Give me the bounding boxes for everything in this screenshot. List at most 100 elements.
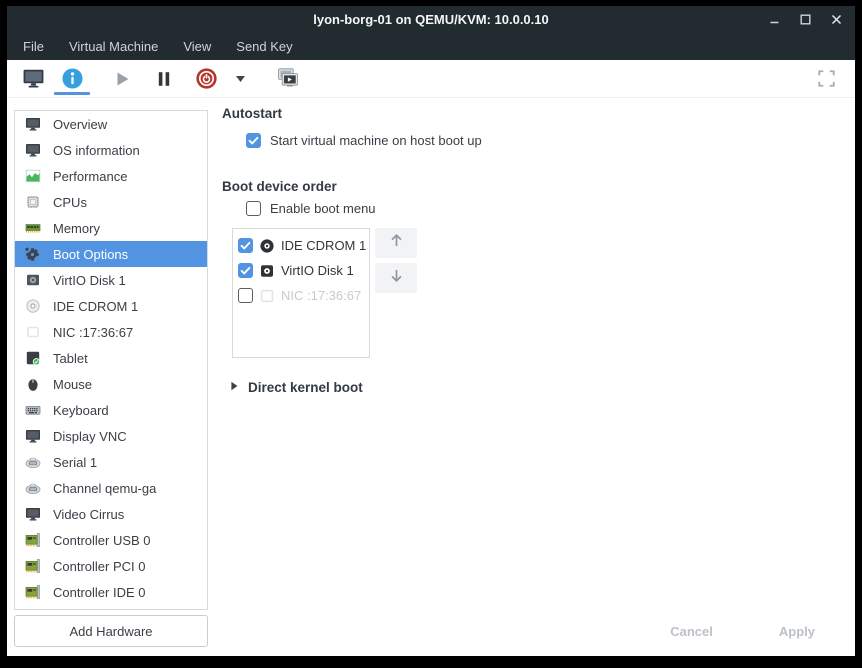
sidebar-item-label: Memory	[53, 221, 100, 236]
performance-icon	[24, 168, 41, 185]
serial-icon	[24, 454, 41, 471]
pci-card-icon	[24, 610, 41, 611]
move-down-button[interactable]	[375, 263, 417, 293]
sidebar-item-serial-1[interactable]: Serial 1	[15, 449, 207, 475]
autostart-checkbox[interactable]	[246, 133, 261, 148]
sidebar-item-label: Performance	[53, 169, 127, 184]
shutdown-button[interactable]	[185, 60, 227, 97]
fullscreen-icon	[818, 70, 835, 87]
sidebar-item-label: Overview	[53, 117, 107, 132]
sidebar-item-tablet[interactable]: Tablet	[15, 345, 207, 371]
screen: { "window": { "title": "lyon-borg-01 on …	[0, 0, 862, 668]
maximize-button[interactable]	[798, 12, 812, 26]
arrow-up-icon	[388, 232, 405, 254]
shutdown-menu-button[interactable]	[227, 60, 253, 97]
nic-outline-icon	[259, 288, 275, 304]
boot-device-list: IDE CDROM 1 VirtIO Disk 1 NIC :17:36:67	[232, 228, 370, 358]
menu-view[interactable]: View	[182, 37, 212, 56]
expander-triangle-icon	[229, 378, 239, 396]
sidebar-item-label: Boot Options	[53, 247, 128, 262]
sidebar-item-virtio-disk-1[interactable]: VirtIO Disk 1	[15, 267, 207, 293]
sidebar-item-keyboard[interactable]: Keyboard	[15, 397, 207, 423]
pci-card-icon	[24, 558, 41, 575]
toolbar	[7, 60, 855, 98]
direct-kernel-boot-label: Direct kernel boot	[248, 380, 363, 395]
show-details-button[interactable]	[51, 60, 93, 97]
sidebar-item-label: Tablet	[53, 351, 88, 366]
sidebar-item-label: Serial 1	[53, 455, 97, 470]
sidebar-item-label: CPUs	[53, 195, 87, 210]
apply-button[interactable]: Apply	[769, 618, 825, 644]
sidebar-item-label: NIC :17:36:67	[53, 325, 133, 340]
boot-device-label: NIC :17:36:67	[281, 288, 361, 303]
power-icon	[195, 67, 218, 90]
menu-send-key[interactable]: Send Key	[235, 37, 293, 56]
boot-device-virtio-disk-1[interactable]: VirtIO Disk 1	[233, 258, 369, 283]
virtual-displays-button[interactable]	[267, 60, 309, 97]
disk-icon	[24, 272, 41, 289]
sidebar-item-display-vnc[interactable]: Display VNC	[15, 423, 207, 449]
hardware-list: Overview OS information Performance CPUs Mem…	[14, 110, 208, 610]
monitor-icon	[24, 116, 41, 133]
add-hardware-button[interactable]: Add Hardware	[14, 615, 208, 647]
run-button[interactable]	[101, 60, 143, 97]
console-monitor-icon	[22, 67, 45, 90]
move-up-button[interactable]	[375, 228, 417, 258]
sidebar-item-boot-options[interactable]: Boot Options	[15, 241, 207, 267]
autostart-heading: Autostart	[222, 106, 282, 121]
menu-file[interactable]: File	[22, 37, 45, 56]
boot-device-ide-cdrom-1[interactable]: IDE CDROM 1	[233, 233, 369, 258]
sidebar-item-label: IDE CDROM 1	[53, 299, 138, 314]
show-graphical-console-button[interactable]	[15, 60, 51, 97]
fullscreen-button[interactable]	[811, 60, 841, 97]
pause-icon	[154, 69, 174, 89]
sidebar-item-nic-17-36-67[interactable]: NIC :17:36:67	[15, 319, 207, 345]
sidebar-item-ide-cdrom-1[interactable]: IDE CDROM 1	[15, 293, 207, 319]
vm-details-window: lyon-borg-01 on QEMU/KVM: 10.0.0.10 File…	[7, 6, 855, 656]
cancel-button[interactable]: Cancel	[660, 618, 723, 644]
boot-device-checkbox[interactable]	[238, 263, 253, 278]
window-title: lyon-borg-01 on QEMU/KVM: 10.0.0.10	[313, 12, 549, 27]
sidebar-item-item[interactable]	[15, 605, 207, 610]
sidebar-item-label: Controller PCI 0	[53, 559, 145, 574]
disk-dark-icon	[259, 263, 275, 279]
minimize-button[interactable]	[767, 12, 781, 26]
cpu-icon	[24, 194, 41, 211]
sidebar-item-controller-ide-0[interactable]: Controller IDE 0	[15, 579, 207, 605]
sidebar-item-label: Controller USB 0	[53, 533, 151, 548]
sidebar-item-overview[interactable]: Overview	[15, 111, 207, 137]
boot-device-checkbox[interactable]	[238, 288, 253, 303]
direct-kernel-boot-expander[interactable]: Direct kernel boot	[229, 378, 363, 396]
enable-boot-menu-checkbox[interactable]	[246, 201, 261, 216]
sidebar-item-label: VirtIO Disk 1	[53, 273, 126, 288]
minimize-icon	[768, 13, 781, 26]
sidebar-item-video-cirrus[interactable]: Video Cirrus	[15, 501, 207, 527]
monitor-icon	[24, 142, 41, 159]
sidebar-item-label: Controller IDE 0	[53, 585, 145, 600]
sidebar-item-memory[interactable]: Memory	[15, 215, 207, 241]
window-controls	[767, 6, 843, 32]
boot-device-label: VirtIO Disk 1	[281, 263, 354, 278]
close-button[interactable]	[829, 12, 843, 26]
boot-device-label: IDE CDROM 1	[281, 238, 366, 253]
sidebar-item-cpus[interactable]: CPUs	[15, 189, 207, 215]
enable-boot-menu-label: Enable boot menu	[270, 201, 376, 216]
monitor-icon	[24, 506, 41, 523]
sidebar-item-os-information[interactable]: OS information	[15, 137, 207, 163]
titlebar[interactable]: lyon-borg-01 on QEMU/KVM: 10.0.0.10	[7, 6, 855, 32]
menu-virtual-machine[interactable]: Virtual Machine	[68, 37, 159, 56]
boot-device-nic-17-36-67[interactable]: NIC :17:36:67	[233, 283, 369, 308]
sidebar-item-label: Channel qemu-ga	[53, 481, 156, 496]
sidebar-item-controller-pci-0[interactable]: Controller PCI 0	[15, 553, 207, 579]
sidebar-item-mouse[interactable]: Mouse	[15, 371, 207, 397]
autostart-label: Start virtual machine on host boot up	[270, 133, 482, 148]
boot-device-checkbox[interactable]	[238, 238, 253, 253]
memory-icon	[24, 220, 41, 237]
keyboard-icon	[24, 402, 41, 419]
gear-icon	[24, 246, 41, 263]
sidebar-item-channel-qemu-ga[interactable]: Channel qemu-ga	[15, 475, 207, 501]
pause-button[interactable]	[143, 60, 185, 97]
sidebar-item-performance[interactable]: Performance	[15, 163, 207, 189]
sidebar-item-controller-usb-0[interactable]: Controller USB 0	[15, 527, 207, 553]
sidebar-item-label: Video Cirrus	[53, 507, 124, 522]
